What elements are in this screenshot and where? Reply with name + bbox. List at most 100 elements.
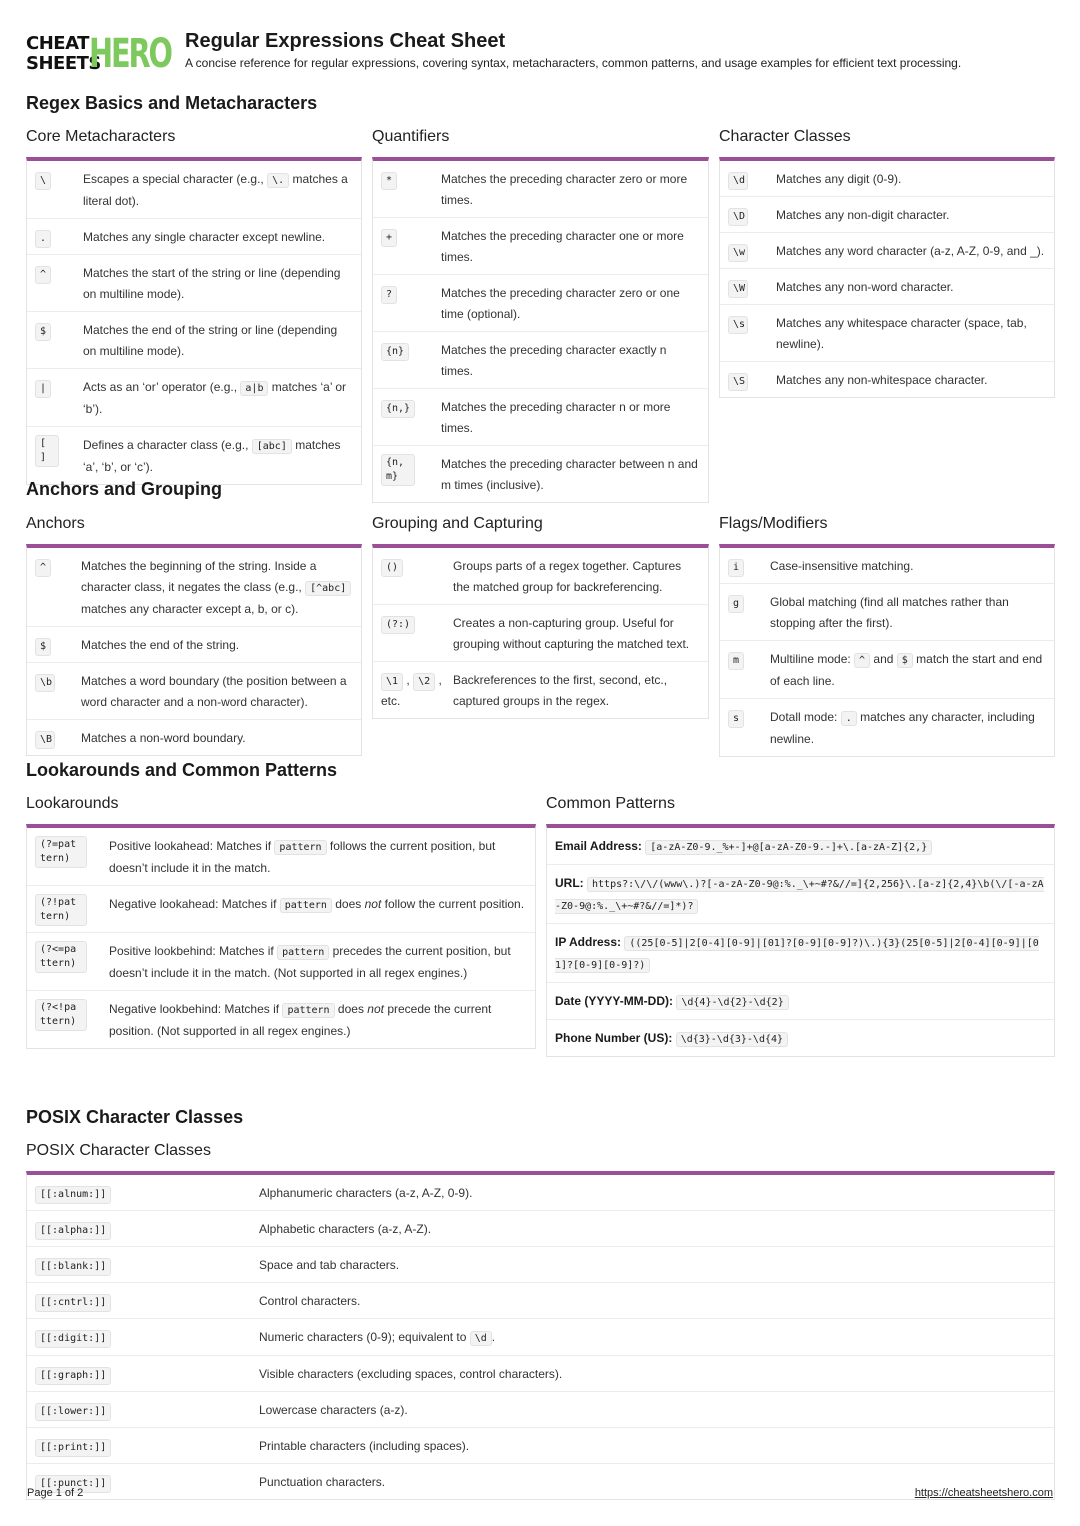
pattern-code: [a-zA-Z0-9._%+-]+@[a-zA-Z0-9.-]+\.[a-zA-…: [645, 840, 933, 855]
description-text: Matches the preceding character zero or …: [441, 172, 688, 207]
logo[interactable]: CHEAT SHEETS HERO: [26, 31, 173, 77]
row-description: Visible characters (excluding spaces, co…: [259, 1364, 1046, 1385]
inline-code: [^abc]: [305, 581, 352, 596]
quantifier-row: {n,} Matches the preceding character n or…: [373, 389, 708, 446]
description-text: Matches the start of the string or line …: [83, 266, 341, 301]
pattern-label: Date (YYYY-MM-DD):: [555, 994, 674, 1008]
logo-text-hero: HERO: [89, 31, 173, 77]
row-description: Lowercase characters (a-z).: [259, 1400, 1046, 1421]
code-snippet: (?<=pattern): [35, 941, 87, 973]
row-key: g: [728, 592, 770, 634]
section-title-lookarounds-patterns: Lookarounds and Common Patterns: [26, 760, 338, 780]
row-key: [[:lower:]]: [35, 1400, 259, 1421]
row-key: (?<=pattern): [35, 941, 109, 984]
row-description: Matches the preceding character between …: [441, 454, 700, 496]
description-text: Multiline mode:: [770, 652, 855, 666]
posix-row: [[:print:]] Printable characters (includi…: [27, 1428, 1054, 1464]
description-text: Negative lookbehind: Matches if: [109, 1002, 283, 1016]
row-description: Defines a character class (e.g., [abc] m…: [83, 435, 353, 478]
row-key: (?<!pattern): [35, 999, 109, 1042]
code-snippet: [[:lower:]]: [35, 1403, 112, 1421]
description-text: Matches any non-whitespace character.: [776, 373, 988, 387]
card-title-character-classes: Character Classes: [719, 128, 851, 145]
code-snippet: s: [728, 710, 745, 728]
page-title: Regular Expressions Cheat Sheet: [185, 30, 506, 52]
description-text: matches any character except a, b, or c)…: [81, 602, 299, 616]
inline-code: \.: [267, 173, 290, 188]
code-snippet: \b: [35, 674, 55, 692]
lookaround-row: (?<=pattern) Positive lookbehind: Matches…: [27, 933, 535, 991]
grouping-row: \1 , \2 , etc. Backreferences to the firs…: [373, 662, 708, 718]
row-key: (?!pattern): [35, 894, 109, 926]
flag-row: i Case-insensitive matching.: [720, 548, 1054, 584]
anchor-row: $ Matches the end of the string.: [27, 627, 361, 663]
card-posix: [[:alnum:]] Alphanumeric characters (a-z,…: [26, 1171, 1055, 1500]
metachar-row: \ Escapes a special character (e.g., \. m…: [27, 161, 361, 219]
card-title-grouping: Grouping and Capturing: [372, 515, 543, 532]
row-key: s: [728, 707, 770, 750]
row-key: [[:blank:]]: [35, 1255, 259, 1276]
metachar-row: $ Matches the end of the string or line (…: [27, 312, 361, 369]
card-character-classes: \d Matches any digit (0-9). \D Matches any …: [719, 157, 1055, 398]
description-text: Backreferences to the first, second, etc…: [453, 673, 668, 708]
row-description: Matches a non-word boundary.: [81, 728, 353, 749]
row-key: \S: [728, 370, 776, 391]
card-lookarounds: (?=pattern) Positive lookahead: Matches i…: [26, 824, 536, 1049]
description-text: Defines a character class (e.g.,: [83, 438, 252, 452]
char-class-row: \W Matches any non-word character.: [720, 269, 1054, 305]
flag-row: s Dotall mode: . matches any character, i…: [720, 699, 1054, 756]
card-title-core-metacharacters: Core Metacharacters: [26, 128, 176, 145]
card-title-quantifiers: Quantifiers: [372, 128, 450, 145]
inline-code: [abc]: [251, 439, 292, 454]
site-link[interactable]: https://cheatsheetshero.com: [915, 1487, 1053, 1499]
section-title-anchors-grouping: Anchors and Grouping: [26, 479, 222, 499]
code-snippet: (?=pattern): [35, 836, 87, 868]
row-description: Matches the preceding character one or m…: [441, 226, 700, 268]
row-description: Backreferences to the first, second, etc…: [453, 670, 700, 712]
metachar-row: | Acts as an ‘or’ operator (e.g., a|b mat…: [27, 369, 361, 427]
code-snippet: \d: [728, 172, 748, 190]
code-snippet: |: [35, 380, 52, 398]
code-snippet: [[:alnum:]]: [35, 1186, 112, 1204]
row-key: [[:print:]]: [35, 1436, 259, 1457]
pattern-label: Email Address:: [555, 839, 642, 853]
code-snippet: .: [35, 230, 52, 248]
inline-code: pattern: [282, 1003, 335, 1018]
row-description: Positive lookbehind: Matches if pattern …: [109, 941, 527, 984]
description-text: Space and tab characters.: [259, 1258, 400, 1272]
metachar-row: [ ] Defines a character class (e.g., [abc…: [27, 427, 361, 484]
description-text: Numeric characters (0-9); equivalent to: [259, 1330, 470, 1344]
pattern-label: URL:: [555, 876, 584, 890]
code-snippet: \D: [728, 208, 748, 226]
posix-row: [[:alpha:]] Alphabetic characters (a-z, A…: [27, 1211, 1054, 1247]
quantifier-row: {n,m} Matches the preceding character bet…: [373, 446, 708, 502]
description-text: Matches any single character except newl…: [83, 230, 326, 244]
code-snippet: \B: [35, 731, 55, 749]
row-key: .: [35, 227, 83, 248]
code-snippet: i: [728, 559, 745, 577]
card-common-patterns: Email Address: [a-zA-Z0-9._%+-]+@[a-zA-Z…: [546, 824, 1055, 1057]
code-snippet: [[:cntrl:]]: [35, 1294, 112, 1312]
description-text: Acts as an ‘or’ operator (e.g.,: [83, 380, 241, 394]
emphasis-text: not: [367, 1002, 384, 1016]
row-key: \W: [728, 277, 776, 298]
row-key: ^: [35, 263, 83, 305]
inline-code: a|b: [240, 381, 269, 396]
row-key: (?:): [381, 613, 453, 655]
row-key: i: [728, 556, 770, 577]
page-header: CHEAT SHEETS HERO Regular Expressions Ch…: [26, 30, 1066, 80]
logo-text-cheat: CHEAT: [26, 33, 89, 54]
row-key: $: [35, 320, 83, 362]
anchor-row: ^ Matches the beginning of the string. In…: [27, 548, 361, 627]
description-text: Alphabetic characters (a-z, A-Z).: [259, 1222, 432, 1236]
code-snippet: \S: [728, 373, 748, 391]
row-description: Matches the preceding character zero or …: [441, 283, 700, 325]
card-flags: i Case-insensitive matching. g Global match…: [719, 544, 1055, 757]
code-snippet: \s: [728, 316, 748, 334]
description-text: Punctuation characters.: [259, 1475, 386, 1489]
row-key-text: etc.: [381, 694, 401, 708]
code-snippet: g: [728, 595, 745, 613]
row-key: [[:alnum:]]: [35, 1183, 259, 1204]
inline-code: .: [840, 711, 857, 726]
row-description: Matches any word character (a-z, A-Z, 0-…: [776, 241, 1046, 262]
